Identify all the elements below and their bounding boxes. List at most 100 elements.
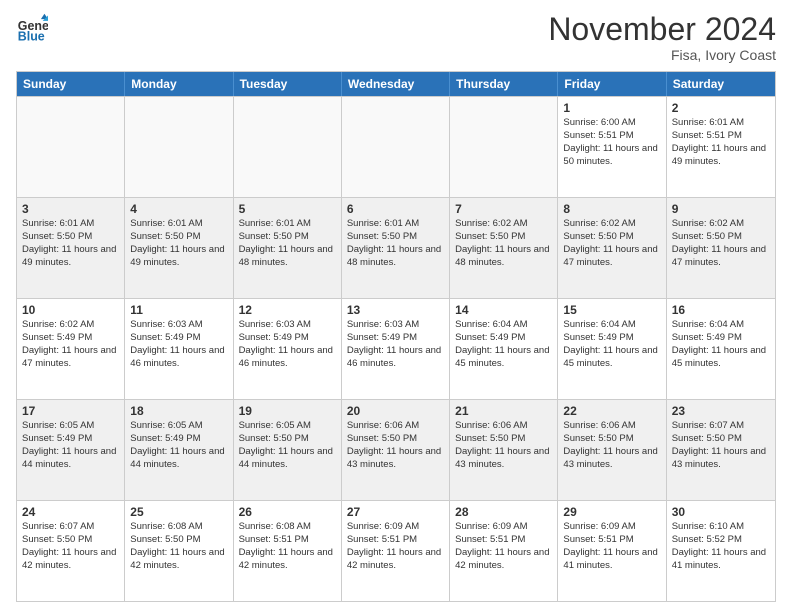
calendar-cell: 19Sunrise: 6:05 AMSunset: 5:50 PMDayligh…	[234, 400, 342, 500]
day-number: 10	[22, 303, 119, 317]
calendar-cell	[125, 97, 233, 197]
cell-info-line: Sunset: 5:50 PM	[130, 231, 227, 244]
cell-info-line: Daylight: 11 hours and 47 minutes.	[22, 345, 119, 371]
cell-info-line: Sunrise: 6:03 AM	[347, 319, 444, 332]
calendar-cell: 9Sunrise: 6:02 AMSunset: 5:50 PMDaylight…	[667, 198, 775, 298]
calendar-row: 10Sunrise: 6:02 AMSunset: 5:49 PMDayligh…	[17, 298, 775, 399]
cell-info-line: Daylight: 11 hours and 46 minutes.	[347, 345, 444, 371]
calendar-cell: 14Sunrise: 6:04 AMSunset: 5:49 PMDayligh…	[450, 299, 558, 399]
day-number: 11	[130, 303, 227, 317]
day-number: 23	[672, 404, 770, 418]
cell-info-line: Sunrise: 6:01 AM	[22, 218, 119, 231]
svg-text:Blue: Blue	[18, 29, 45, 43]
calendar-cell: 6Sunrise: 6:01 AMSunset: 5:50 PMDaylight…	[342, 198, 450, 298]
calendar-cell: 25Sunrise: 6:08 AMSunset: 5:50 PMDayligh…	[125, 501, 233, 601]
cell-info-line: Sunrise: 6:05 AM	[130, 420, 227, 433]
calendar-page: General Blue November 2024 Fisa, Ivory C…	[0, 0, 792, 612]
cell-info-line: Sunrise: 6:03 AM	[239, 319, 336, 332]
cell-info-line: Daylight: 11 hours and 46 minutes.	[239, 345, 336, 371]
calendar-cell: 30Sunrise: 6:10 AMSunset: 5:52 PMDayligh…	[667, 501, 775, 601]
location: Fisa, Ivory Coast	[548, 47, 776, 63]
cell-info-line: Daylight: 11 hours and 47 minutes.	[563, 244, 660, 270]
cell-info-line: Sunrise: 6:00 AM	[563, 117, 660, 130]
cell-info-line: Sunset: 5:51 PM	[239, 534, 336, 547]
cell-info-line: Sunrise: 6:09 AM	[347, 521, 444, 534]
day-number: 28	[455, 505, 552, 519]
cell-info-line: Sunset: 5:50 PM	[22, 231, 119, 244]
cell-info-line: Sunrise: 6:06 AM	[347, 420, 444, 433]
day-number: 2	[672, 101, 770, 115]
day-number: 22	[563, 404, 660, 418]
cell-info-line: Sunset: 5:49 PM	[563, 332, 660, 345]
cell-info-line: Daylight: 11 hours and 45 minutes.	[672, 345, 770, 371]
day-number: 9	[672, 202, 770, 216]
day-number: 15	[563, 303, 660, 317]
day-number: 7	[455, 202, 552, 216]
cell-info-line: Sunset: 5:50 PM	[130, 534, 227, 547]
calendar-cell: 15Sunrise: 6:04 AMSunset: 5:49 PMDayligh…	[558, 299, 666, 399]
day-number: 18	[130, 404, 227, 418]
cell-info-line: Daylight: 11 hours and 49 minutes.	[672, 143, 770, 169]
weekday-header: Tuesday	[234, 72, 342, 96]
cell-info-line: Sunset: 5:49 PM	[672, 332, 770, 345]
cell-info-line: Sunset: 5:49 PM	[22, 332, 119, 345]
cell-info-line: Sunset: 5:51 PM	[563, 130, 660, 143]
cell-info-line: Sunset: 5:50 PM	[239, 231, 336, 244]
calendar-cell: 23Sunrise: 6:07 AMSunset: 5:50 PMDayligh…	[667, 400, 775, 500]
day-number: 26	[239, 505, 336, 519]
calendar-cell: 13Sunrise: 6:03 AMSunset: 5:49 PMDayligh…	[342, 299, 450, 399]
day-number: 19	[239, 404, 336, 418]
cell-info-line: Daylight: 11 hours and 42 minutes.	[347, 547, 444, 573]
calendar-cell: 16 Sunrise: 6:04 AMSunset: 5:49 PMDayligh…	[667, 299, 775, 399]
cell-info-line: Sunrise: 6:06 AM	[455, 420, 552, 433]
cell-info-line: Sunrise: 6:02 AM	[672, 218, 770, 231]
day-number: 5	[239, 202, 336, 216]
calendar-cell: 18Sunrise: 6:05 AMSunset: 5:49 PMDayligh…	[125, 400, 233, 500]
cell-info-line: Sunset: 5:50 PM	[672, 433, 770, 446]
calendar-cell: 7Sunrise: 6:02 AMSunset: 5:50 PMDaylight…	[450, 198, 558, 298]
calendar-cell	[450, 97, 558, 197]
calendar-row: 3Sunrise: 6:01 AMSunset: 5:50 PMDaylight…	[17, 197, 775, 298]
month-title: November 2024	[548, 12, 776, 47]
cell-info-line: Daylight: 11 hours and 42 minutes.	[22, 547, 119, 573]
cell-info-line: Daylight: 11 hours and 42 minutes.	[239, 547, 336, 573]
cell-info-line: Daylight: 11 hours and 41 minutes.	[672, 547, 770, 573]
cell-info-line: Daylight: 11 hours and 42 minutes.	[130, 547, 227, 573]
cell-info-line: Daylight: 11 hours and 48 minutes.	[347, 244, 444, 270]
calendar-cell: 2Sunrise: 6:01 AMSunset: 5:51 PMDaylight…	[667, 97, 775, 197]
cell-info-line: Sunset: 5:49 PM	[130, 332, 227, 345]
cell-info-line: Sunrise: 6:07 AM	[22, 521, 119, 534]
cell-info-line: Sunrise: 6:04 AM	[455, 319, 552, 332]
cell-info-line: Sunset: 5:51 PM	[672, 130, 770, 143]
day-number: 20	[347, 404, 444, 418]
cell-info-line: Sunrise: 6:02 AM	[455, 218, 552, 231]
day-number: 3	[22, 202, 119, 216]
day-number: 27	[347, 505, 444, 519]
cell-info-line: Sunset: 5:50 PM	[347, 231, 444, 244]
cell-info-line: Sunrise: 6:04 AM	[672, 319, 770, 332]
calendar-cell: 27Sunrise: 6:09 AMSunset: 5:51 PMDayligh…	[342, 501, 450, 601]
cell-info-line: Daylight: 11 hours and 44 minutes.	[22, 446, 119, 472]
day-number: 13	[347, 303, 444, 317]
cell-info-line: Sunrise: 6:02 AM	[563, 218, 660, 231]
cell-info-line: Sunset: 5:49 PM	[22, 433, 119, 446]
cell-info-line: Sunrise: 6:09 AM	[455, 521, 552, 534]
day-number: 25	[130, 505, 227, 519]
weekday-header: Thursday	[450, 72, 558, 96]
cell-info-line: Sunset: 5:50 PM	[563, 433, 660, 446]
calendar-cell: 22Sunrise: 6:06 AMSunset: 5:50 PMDayligh…	[558, 400, 666, 500]
cell-info-line: Sunrise: 6:10 AM	[672, 521, 770, 534]
calendar: SundayMondayTuesdayWednesdayThursdayFrid…	[16, 71, 776, 602]
calendar-cell	[17, 97, 125, 197]
day-number: 6	[347, 202, 444, 216]
calendar-cell: 21Sunrise: 6:06 AMSunset: 5:50 PMDayligh…	[450, 400, 558, 500]
calendar-cell: 3Sunrise: 6:01 AMSunset: 5:50 PMDaylight…	[17, 198, 125, 298]
day-number: 16	[672, 303, 770, 317]
cell-info-line: Sunset: 5:50 PM	[455, 433, 552, 446]
cell-info-line: Sunset: 5:49 PM	[239, 332, 336, 345]
calendar-cell: 1Sunrise: 6:00 AMSunset: 5:51 PMDaylight…	[558, 97, 666, 197]
cell-info-line: Sunrise: 6:02 AM	[22, 319, 119, 332]
calendar-cell	[342, 97, 450, 197]
cell-info-line: Sunrise: 6:05 AM	[22, 420, 119, 433]
cell-info-line: Sunset: 5:50 PM	[455, 231, 552, 244]
